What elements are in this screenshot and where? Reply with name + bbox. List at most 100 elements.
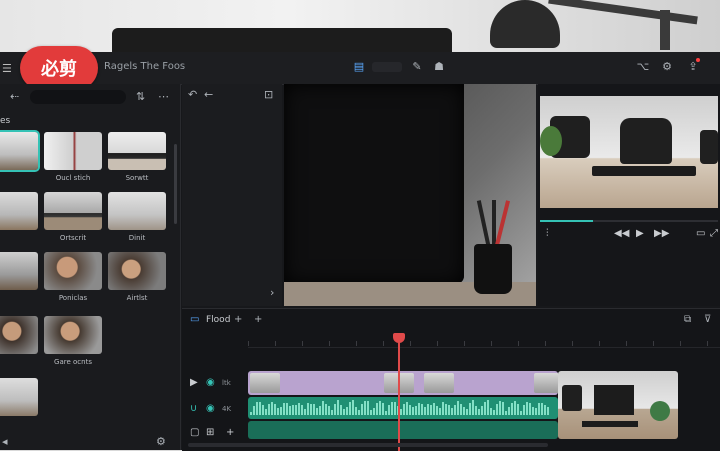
settings-small-icon[interactable]: ⚙ [156,435,166,448]
zoom-icon[interactable]: ⤢ [710,228,718,239]
media-thumb[interactable] [108,192,166,230]
waveform-bar [421,403,423,415]
waveform-bar [262,405,264,415]
media-thumb[interactable] [0,252,38,290]
sort-icon[interactable]: ⇅ [136,90,145,103]
user-icon[interactable]: ☗ [432,60,446,74]
waveform-bar [325,404,327,415]
media-scrollbar[interactable] [174,144,177,224]
media-thumb-label: Oucl stich [55,174,91,182]
rewind-icon[interactable]: ◀◀ [614,228,629,239]
title-field[interactable] [372,62,402,72]
waveform-bar [517,403,519,415]
waveform-bar [280,406,282,415]
waveform-bar [289,406,291,415]
video-clip-right[interactable] [558,371,678,439]
waveform-bar [304,408,306,415]
waveform-bar [508,407,510,415]
media-thumb-label: Gare ocnts [54,358,92,366]
media-thumb[interactable] [0,192,38,230]
media-thumb[interactable] [108,252,166,290]
ruler-tick [383,341,384,346]
settings-icon[interactable]: ⚙ [660,60,674,74]
waveform-bar [511,402,513,415]
waveform-bar [361,404,363,415]
waveform-bar [313,404,315,415]
add-track-icon[interactable]: + [234,314,242,325]
filter-icon[interactable]: ⊽ [704,314,711,325]
media-thumb[interactable] [108,132,166,170]
preview-panel: ⫶ ◀◀ ▶ ▶▶ ▭ ⤢ [538,84,720,306]
track-header-extra: ▢ ⊞ + [182,423,246,445]
track-audio-icon[interactable]: ∪ [190,403,197,414]
export-icon[interactable]: ⇪ [686,60,700,74]
media-search-input[interactable] [30,90,126,104]
track-camera-icon[interactable]: ⊞ [206,427,214,438]
timeline-panel: ▭ Flood + + ⧉ ⊽ ▶ ◉ ltk ∪ ◉ 4K ▢ ⊞ + [182,308,720,451]
waveform-bar [481,406,483,415]
media-thumb[interactable] [44,316,102,354]
media-thumb[interactable] [0,378,38,416]
audio-clip-secondary[interactable] [248,421,558,439]
desk-lamp-pole [660,10,670,50]
playhead[interactable] [398,335,400,451]
forward-icon[interactable]: ▶▶ [654,228,669,239]
play-icon[interactable]: ▶ [636,228,644,239]
back-arrow-icon[interactable]: ⇠ [10,90,19,103]
media-thumb[interactable] [44,192,102,230]
back-icon[interactable]: ← [204,88,213,101]
import-icon[interactable]: ◂ [2,435,8,448]
waveform-bar [331,409,333,415]
track-label: ltk [222,379,231,387]
media-thumb-label: Ortscrit [59,234,87,242]
media-thumb[interactable] [0,316,38,354]
waveform-bar [436,405,438,415]
shortcut-icon[interactable]: ⌥ [636,60,650,74]
timeline-view-icon[interactable]: ▭ [190,314,199,325]
add-marker-icon[interactable]: + [254,314,262,325]
audio-clip[interactable] [248,397,558,419]
video-clip[interactable] [248,371,558,395]
waveform-bar [355,407,357,415]
notification-dot [696,58,700,62]
waveform-bar [343,408,345,415]
track-lock-icon[interactable]: ▢ [190,427,199,438]
edit-icon[interactable]: ✎ [410,60,424,74]
track-visible-icon[interactable]: ◉ [206,377,215,388]
preview-video[interactable] [540,96,718,208]
expand-icon[interactable]: › [270,286,274,299]
track-label: 4K [222,405,232,413]
waveform-bar [265,409,267,415]
timeline-tab[interactable]: Flood [206,315,230,325]
ratio-icon[interactable]: ▭ [696,228,705,239]
waveform-bar [286,403,288,415]
media-thumb[interactable] [44,252,102,290]
track-play-icon[interactable]: ▶ [190,377,198,388]
crop-icon[interactable]: ⊡ [264,88,273,101]
track-mute-icon[interactable]: ◉ [206,403,215,414]
waveform-bar [334,403,336,415]
waveform-bar [472,400,474,415]
timeline-ruler[interactable] [248,333,720,348]
timeline-scrollbar[interactable] [188,443,548,447]
preview-progress[interactable] [540,220,718,222]
waveform-bar [271,402,273,415]
track-add-icon[interactable]: + [226,427,234,438]
waveform-bar [310,404,312,415]
snap-icon[interactable]: ⧉ [684,314,691,325]
waveform-bar [337,400,339,415]
media-thumb[interactable] [44,132,102,170]
media-thumb-label: Dinit [128,234,146,242]
waveform-bar [430,404,432,415]
waveform-bar [370,409,372,415]
ruler-tick [275,341,276,346]
more-icon[interactable]: ⋯ [158,90,169,103]
menu-icon[interactable]: ☰ [2,62,12,75]
undo-icon[interactable]: ↶ [188,88,197,101]
fullscreen-icon[interactable]: ⫶ [546,228,549,239]
waveform-bar [256,402,258,415]
file-icon[interactable]: ▤ [352,60,366,74]
viewer-side-panel: ↶ ← ⊡ › [182,84,282,306]
media-thumb[interactable] [0,130,40,172]
background-desk-scene [284,84,536,306]
